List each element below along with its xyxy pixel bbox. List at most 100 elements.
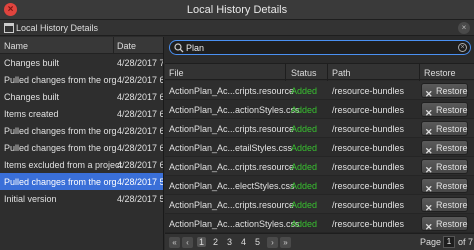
- search-bar[interactable]: ×: [169, 40, 471, 55]
- file-path: /resource-bundles: [332, 219, 405, 229]
- history-row-date: 4/28/2017 6: [117, 75, 163, 85]
- file-status: Added: [291, 143, 318, 153]
- history-row-date: 4/28/2017 6: [117, 92, 163, 102]
- history-row-name: Changes built: [4, 92, 60, 102]
- file-name: ActionPlan_Ac...cripts.resource: [169, 200, 295, 210]
- restore-button[interactable]: ✕ Restore: [421, 102, 468, 118]
- search-input[interactable]: [186, 42, 456, 53]
- file-row[interactable]: ActionPlan_Ac...cripts.resource Added/res…: [165, 157, 474, 176]
- file-row[interactable]: ActionPlan_Ac...actionStyles.css Added/re…: [165, 214, 474, 233]
- window-title: Local History Details: [186, 4, 288, 16]
- file-name: ActionPlan_Ac...actionStyles.css: [169, 105, 300, 115]
- close-x-icon: ✕: [425, 222, 433, 232]
- file-status: Added: [291, 181, 318, 191]
- history-row-date: 4/28/2017 6: [117, 143, 163, 153]
- file-name: ActionPlan_Ac...etailStyles.css: [169, 143, 293, 153]
- file-name: ActionPlan_Ac...cripts.resource: [169, 162, 295, 172]
- close-x-icon: ✕: [425, 184, 433, 194]
- file-status: Added: [291, 162, 318, 172]
- history-list: Name Date Changes built 4/28/2017 7 Pulled…: [0, 37, 164, 250]
- close-x-icon: ✕: [425, 127, 433, 137]
- history-row[interactable]: Pulled changes from the org 4/28/2017 6: [0, 122, 163, 139]
- clear-search-icon[interactable]: ×: [458, 43, 467, 52]
- history-row[interactable]: Items created 4/28/2017 6: [0, 105, 163, 122]
- file-path: /resource-bundles: [332, 124, 405, 134]
- page-label: Page: [420, 237, 442, 247]
- column-header-path[interactable]: Path: [332, 68, 351, 78]
- history-row[interactable]: Changes built 4/28/2017 6: [0, 88, 163, 105]
- history-row[interactable]: Pulled changes from the org 4/28/2017 5: [0, 173, 163, 190]
- first-page-button[interactable]: «: [169, 237, 180, 248]
- restore-button[interactable]: ✕ Restore: [421, 159, 468, 175]
- history-row-date: 4/28/2017 5: [117, 177, 163, 187]
- history-row-date: 4/28/2017 7: [117, 58, 163, 68]
- page-link[interactable]: 1: [197, 237, 207, 247]
- history-row[interactable]: Initial version 4/28/2017 5: [0, 190, 163, 207]
- page-count: of 7: [458, 237, 474, 247]
- pagination: « ‹ 1 2 3 4 5 › » Page 1 of 7: [165, 233, 474, 250]
- history-row-name: Pulled changes from the org: [4, 143, 117, 153]
- file-status: Added: [291, 219, 318, 229]
- window-titlebar: × Local History Details: [0, 0, 474, 20]
- page-link[interactable]: 5: [255, 237, 260, 247]
- restore-button[interactable]: ✕ Restore: [421, 178, 468, 194]
- history-row[interactable]: Changes built 4/28/2017 7: [0, 54, 163, 71]
- file-row[interactable]: ActionPlan_Ac...etailStyles.css Added/res…: [165, 138, 474, 157]
- history-row-name: Changes built: [4, 58, 60, 68]
- column-header-name[interactable]: Name: [4, 41, 28, 51]
- restore-button[interactable]: ✕ Restore: [421, 83, 468, 99]
- history-row-name: Initial version: [4, 194, 57, 204]
- file-row[interactable]: ActionPlan_Ac...electStyles.css Added/res…: [165, 176, 474, 195]
- restore-label: Restore: [436, 161, 468, 172]
- panel-close-button[interactable]: ×: [458, 22, 470, 34]
- history-row-date: 4/28/2017 6: [117, 126, 163, 136]
- file-name: ActionPlan_Ac...cripts.resource: [169, 124, 295, 134]
- history-row[interactable]: Pulled changes from the org 4/28/2017 6: [0, 139, 163, 156]
- restore-button[interactable]: ✕ Restore: [421, 121, 468, 137]
- column-header-date[interactable]: Date: [117, 41, 136, 51]
- history-row-name: Pulled changes from the org: [4, 75, 117, 85]
- column-header-restore[interactable]: Restore: [424, 68, 456, 78]
- page-link[interactable]: 2: [213, 237, 218, 247]
- history-row-date: 4/28/2017 6: [117, 160, 163, 170]
- close-x-icon: ✕: [425, 89, 433, 99]
- page-number-input[interactable]: 1: [443, 236, 455, 248]
- file-row[interactable]: ActionPlan_Ac...cripts.resource Added/res…: [165, 119, 474, 138]
- restore-button[interactable]: ✕ Restore: [421, 197, 468, 213]
- file-path: /resource-bundles: [332, 86, 405, 96]
- next-page-button[interactable]: ›: [267, 237, 278, 248]
- file-status: Added: [291, 200, 318, 210]
- file-name: ActionPlan_Ac...electStyles.css: [169, 181, 295, 191]
- close-x-icon: ✕: [425, 165, 433, 175]
- file-status: Added: [291, 105, 318, 115]
- column-header-status[interactable]: Status: [291, 68, 317, 78]
- history-row-name: Items created: [4, 109, 59, 119]
- restore-label: Restore: [436, 142, 468, 153]
- restore-label: Restore: [436, 85, 468, 96]
- file-status: Added: [291, 124, 318, 134]
- restore-label: Restore: [436, 123, 468, 134]
- panel-header: Local History Details ×: [0, 20, 474, 36]
- last-page-button[interactable]: »: [280, 237, 291, 248]
- close-x-icon: ✕: [425, 203, 433, 213]
- file-row[interactable]: ActionPlan_Ac...actionStyles.css Added/re…: [165, 100, 474, 119]
- restore-button[interactable]: ✕ Restore: [421, 140, 468, 156]
- page-link[interactable]: 3: [227, 237, 232, 247]
- history-row[interactable]: Items excluded from a project 4/28/2017 6: [0, 156, 163, 173]
- history-row-name: Pulled changes from the org: [4, 126, 117, 136]
- column-header-file[interactable]: File: [169, 68, 184, 78]
- file-path: /resource-bundles: [332, 181, 405, 191]
- restore-label: Restore: [436, 218, 468, 229]
- file-name: ActionPlan_Ac...actionStyles.css: [169, 219, 300, 229]
- prev-page-button[interactable]: ‹: [182, 237, 193, 248]
- history-row-name: Pulled changes from the org: [4, 177, 117, 187]
- file-path: /resource-bundles: [332, 105, 405, 115]
- file-row[interactable]: ActionPlan_Ac...cripts.resource Added/res…: [165, 195, 474, 214]
- file-status: Added: [291, 86, 318, 96]
- file-row[interactable]: ActionPlan_Ac...cripts.resource Added/res…: [165, 81, 474, 100]
- page-link[interactable]: 4: [241, 237, 246, 247]
- close-x-icon: ✕: [425, 108, 433, 118]
- file-path: /resource-bundles: [332, 143, 405, 153]
- history-row[interactable]: Pulled changes from the org 4/28/2017 6: [0, 71, 163, 88]
- restore-button[interactable]: ✕ Restore: [421, 216, 468, 232]
